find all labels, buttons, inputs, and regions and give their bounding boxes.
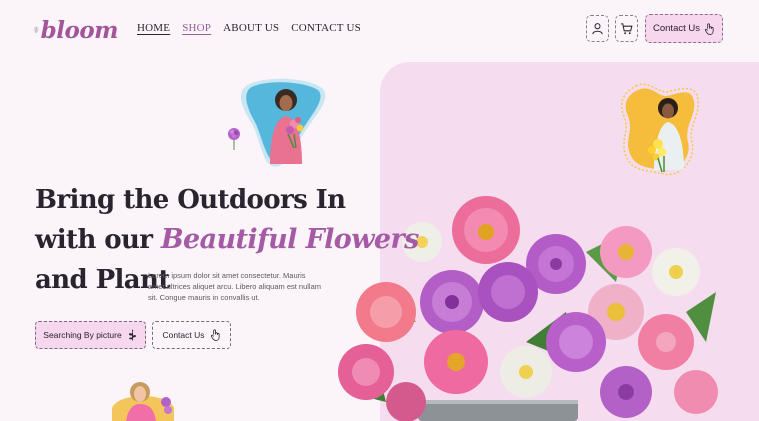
- model-photo-blue: [240, 78, 326, 167]
- pointer-hand-icon: [210, 329, 220, 341]
- cart-icon: [620, 23, 633, 35]
- model-photo-yellow: [620, 83, 699, 176]
- main-nav: HOME SHOP ABOUT US CONTACT US: [137, 22, 361, 34]
- cart-button[interactable]: [615, 15, 638, 42]
- nav-contact-us[interactable]: CONTACT US: [291, 22, 361, 34]
- headline-accent: Beautiful Flowers: [160, 224, 419, 255]
- model-photo-bottom: [112, 382, 174, 421]
- leaf-branch-icon: [34, 26, 39, 34]
- hero-description: Lorem ipsum dolor sit amet consectetur. …: [148, 271, 322, 302]
- account-button[interactable]: [586, 15, 609, 42]
- headline-line-2: with our Beautiful Flowers: [35, 220, 419, 260]
- headline-line-2-prefix: with our: [35, 225, 153, 255]
- pointer-hand-icon: [704, 22, 714, 35]
- hero-contact-label: Contact Us: [162, 330, 205, 340]
- nav-shop[interactable]: SHOP: [182, 22, 211, 34]
- search-by-picture-label: Searching By picture: [43, 330, 122, 340]
- headline-line-1: Bring the Outdoors In: [35, 185, 346, 215]
- header-contact-label: Contact Us: [653, 23, 700, 34]
- plant-icon: [128, 329, 136, 341]
- brand-name: bloom: [40, 16, 119, 44]
- hero-contact-button[interactable]: Contact Us: [152, 321, 231, 349]
- nav-home[interactable]: HOME: [137, 22, 170, 34]
- small-dahlia-image: [228, 128, 240, 150]
- brand-logo[interactable]: bloom: [34, 10, 119, 50]
- user-icon: [592, 23, 603, 35]
- search-by-picture-button[interactable]: Searching By picture: [35, 321, 146, 349]
- header-contact-button[interactable]: Contact Us: [645, 14, 723, 43]
- nav-about-us[interactable]: ABOUT US: [223, 22, 279, 34]
